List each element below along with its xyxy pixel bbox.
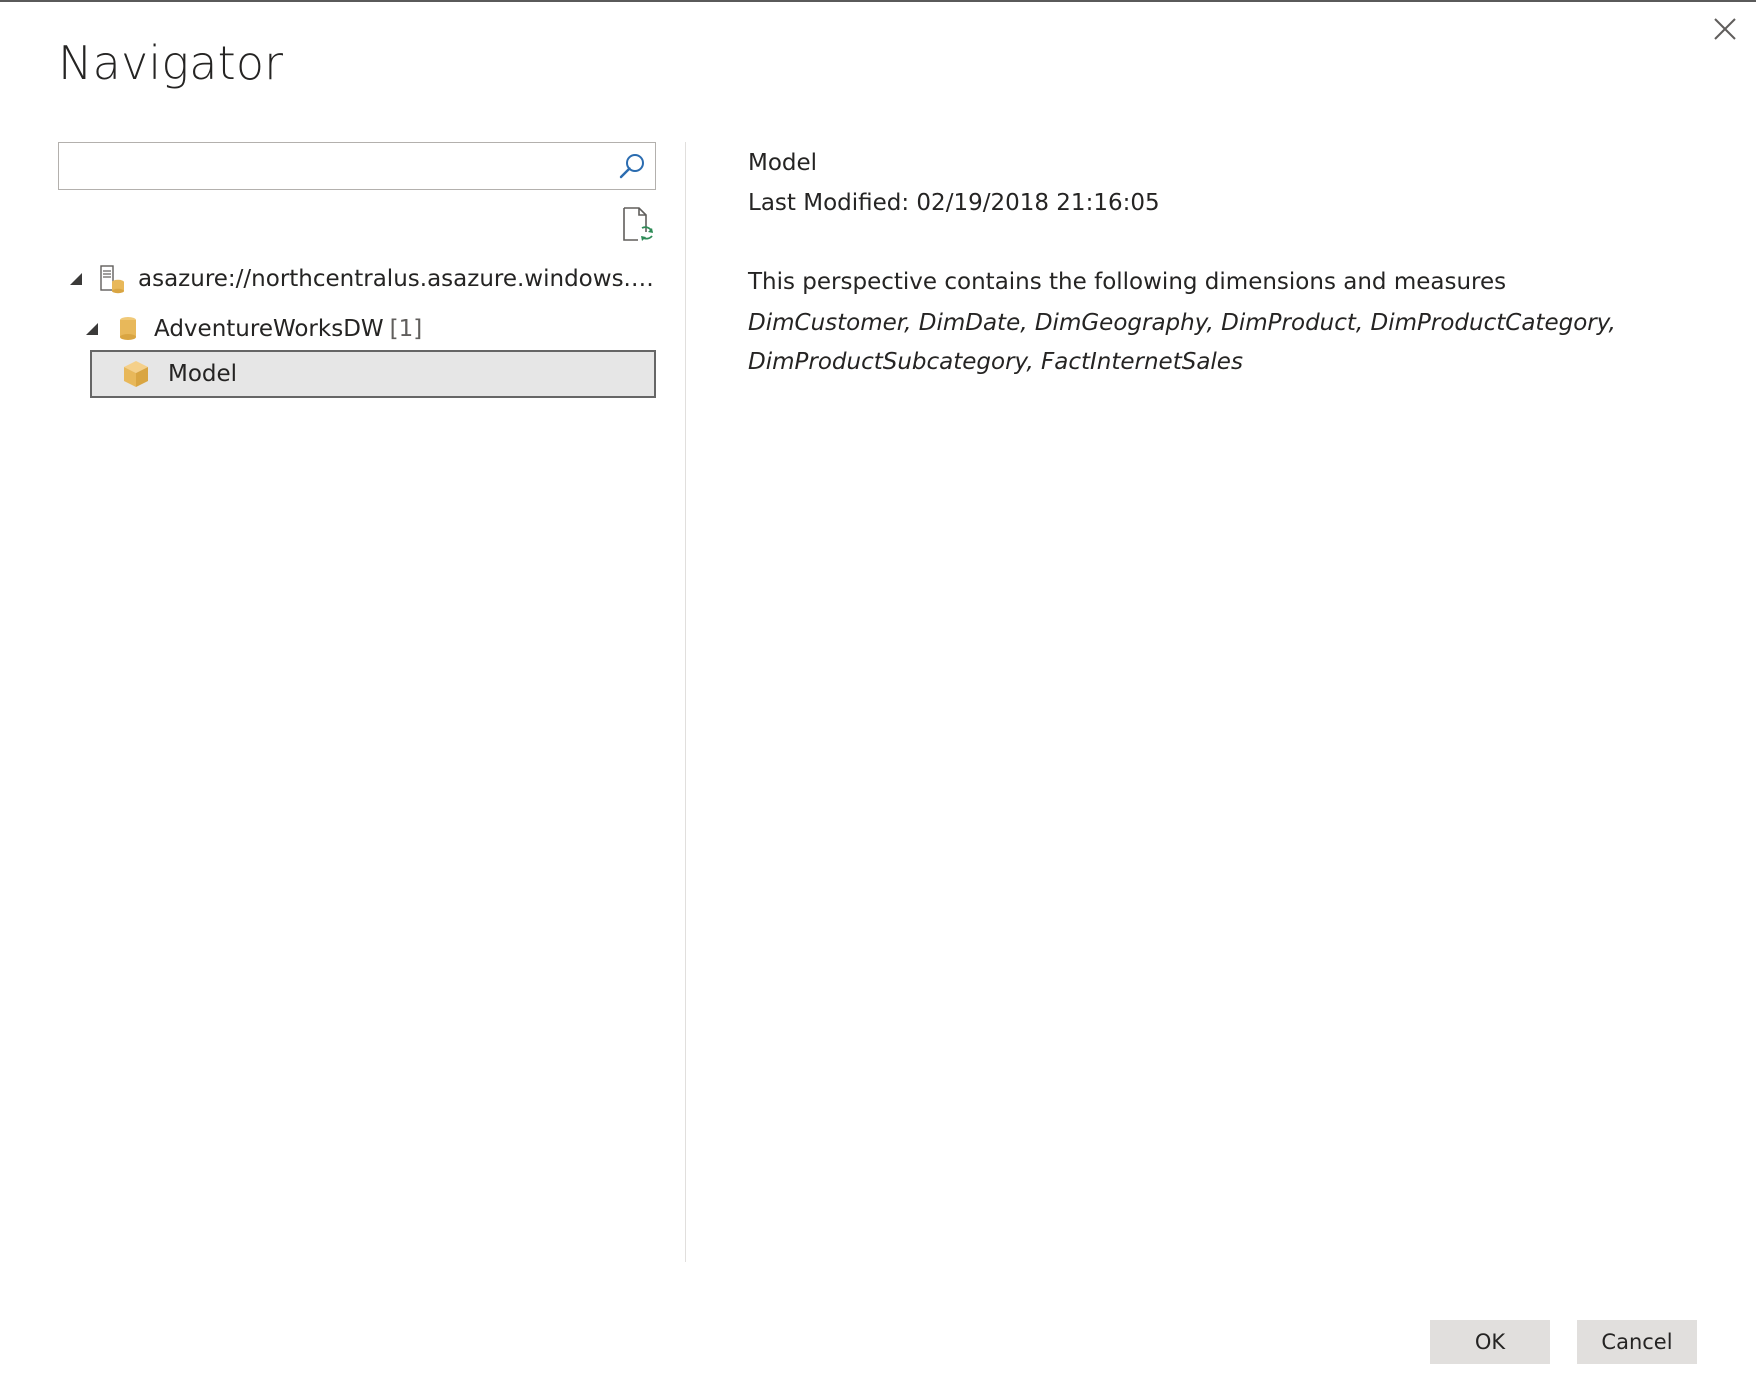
tree-node-database-count: [1] — [389, 316, 423, 342]
expanded-triangle-icon[interactable] — [68, 271, 84, 287]
tree-node-server[interactable]: asazure://northcentralus.asazure.windows… — [68, 256, 658, 302]
refresh-document-icon — [623, 207, 653, 241]
window-top-border — [0, 0, 1756, 2]
dialog-title: Navigator — [58, 36, 284, 90]
database-icon — [114, 314, 142, 344]
preview-description: This perspective contains the following … — [748, 269, 1507, 295]
preview-last-modified: Last Modified: 02/19/2018 21:16:05 — [748, 190, 1160, 216]
ok-button[interactable]: OK — [1430, 1320, 1550, 1364]
server-icon — [98, 264, 126, 294]
pane-divider[interactable] — [685, 142, 686, 1262]
tree-node-database-label: AdventureWorksDW — [154, 316, 384, 342]
cancel-button[interactable]: Cancel — [1577, 1320, 1697, 1364]
tree-node-database[interactable]: AdventureWorksDW [1] — [84, 306, 422, 352]
close-button[interactable] — [1708, 12, 1742, 46]
refresh-button[interactable] — [620, 206, 654, 244]
tree-node-model[interactable]: Model — [90, 350, 656, 398]
search-input[interactable] — [59, 143, 604, 188]
close-icon — [1714, 18, 1736, 40]
tree-node-server-label: asazure://northcentralus.asazure.windows… — [138, 266, 658, 292]
search-icon — [619, 154, 644, 179]
tree-node-model-label: Model — [168, 361, 238, 387]
expanded-triangle-icon[interactable] — [84, 321, 100, 337]
search-box[interactable] — [58, 142, 656, 190]
preview-items-list: DimCustomer, DimDate, DimGeography, DimP… — [748, 310, 1616, 375]
search-button[interactable] — [615, 149, 649, 183]
cube-icon — [122, 359, 150, 389]
preview-title: Model — [748, 150, 818, 176]
